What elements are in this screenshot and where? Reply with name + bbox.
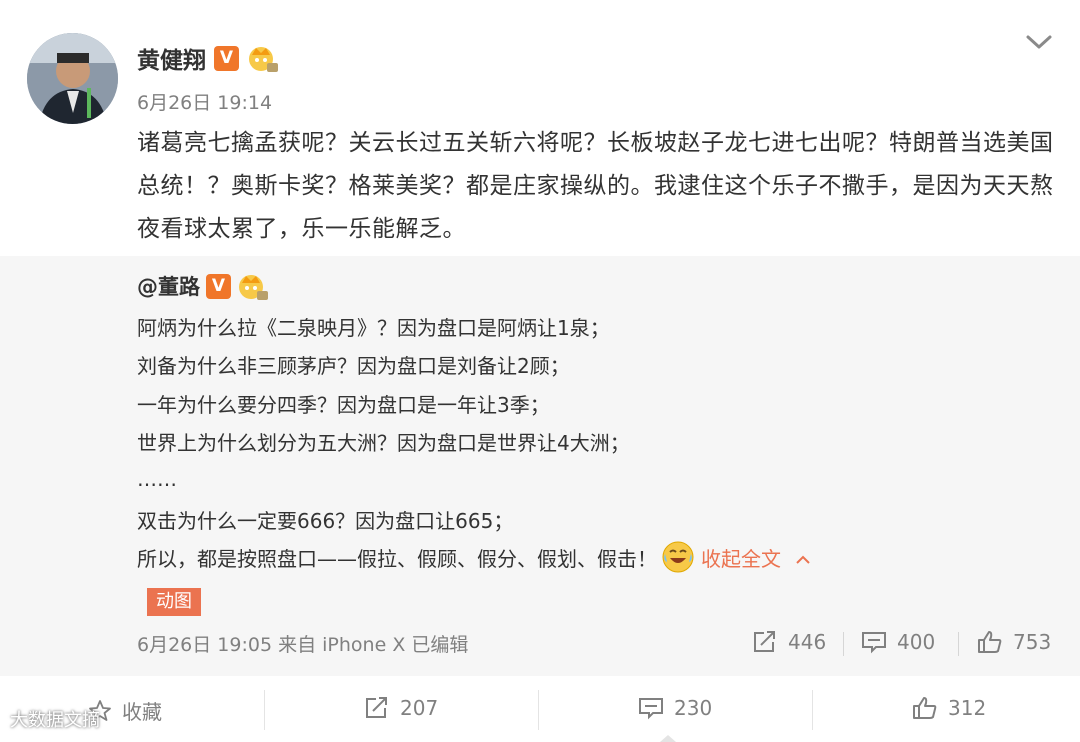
like-button[interactable]: 312 bbox=[912, 696, 986, 720]
avatar[interactable] bbox=[27, 33, 118, 124]
comment-button[interactable]: 230 bbox=[638, 696, 712, 720]
favorite-label: 收藏 bbox=[122, 700, 162, 724]
comment-icon bbox=[639, 698, 663, 720]
active-tab-pointer bbox=[660, 735, 676, 742]
chevron-down-icon[interactable] bbox=[1024, 32, 1054, 52]
collapse-label: 收起全文 bbox=[701, 546, 781, 571]
repost-comments-count: 400 bbox=[897, 630, 936, 654]
divider bbox=[958, 632, 959, 656]
repost-meta: 6月26日 19:05 来自 iPhone X 已编辑 bbox=[137, 634, 469, 656]
divider bbox=[843, 632, 844, 656]
repost-author-row: @董路 V bbox=[137, 270, 269, 302]
like-icon bbox=[978, 631, 1002, 653]
crown-icon bbox=[247, 43, 279, 73]
repost-count: 207 bbox=[400, 696, 439, 720]
post-time[interactable]: 6月26日 19:14 bbox=[137, 88, 272, 115]
like-count: 312 bbox=[948, 696, 987, 720]
repost-verified-badge: V bbox=[206, 273, 231, 299]
author-row: 黄健翔 V bbox=[137, 42, 279, 74]
divider bbox=[264, 690, 265, 730]
watermark: 大数据文摘 bbox=[10, 710, 100, 731]
laugh-cry-emoji bbox=[661, 540, 695, 574]
repost-last-line: 所以，都是按照盘口——假拉、假顾、假分、假划、假击！ bbox=[137, 546, 657, 571]
divider bbox=[812, 690, 813, 730]
repost-line: 世界上为什么划分为五大洲？因为盘口是世界让4大洲； bbox=[137, 431, 630, 455]
repost-likes-count: 753 bbox=[1013, 630, 1052, 654]
verified-badge: V bbox=[214, 45, 239, 71]
repost-line: 一年为什么要分四季？因为盘口是一年让3季； bbox=[137, 393, 550, 417]
repost-line: …… bbox=[137, 467, 177, 491]
collapse-text-link[interactable]: 收起全文 bbox=[701, 543, 813, 572]
repost-line: 刘备为什么非三顾茅庐？因为盘口是刘备让2顾； bbox=[137, 354, 570, 378]
divider bbox=[538, 690, 539, 730]
author-name[interactable]: 黄健翔 bbox=[137, 41, 206, 75]
gif-tag[interactable]: 动图 bbox=[147, 588, 201, 616]
repost-reposts-stat[interactable]: 446 bbox=[752, 630, 826, 654]
comment-count: 230 bbox=[674, 696, 713, 720]
repost-likes-stat[interactable]: 753 bbox=[977, 630, 1051, 654]
repost-icon bbox=[754, 631, 775, 652]
repost-last-line-row: 所以，都是按照盘口——假拉、假顾、假分、假划、假击！ 收起全文 bbox=[137, 538, 813, 576]
repost-icon bbox=[366, 697, 387, 718]
repost-line: 阿炳为什么拉《二泉映月》？因为盘口是阿炳让1泉； bbox=[137, 316, 610, 340]
like-icon bbox=[913, 697, 937, 719]
comment-icon bbox=[862, 632, 886, 654]
repost-comments-stat[interactable]: 400 bbox=[861, 630, 935, 654]
crown-icon bbox=[237, 271, 269, 301]
repost-button[interactable]: 207 bbox=[364, 696, 438, 720]
repost-line: 双击为什么一定要666？因为盘口让665； bbox=[137, 509, 514, 533]
repost-author-name[interactable]: @董路 bbox=[137, 271, 200, 301]
chevron-up-icon bbox=[796, 555, 811, 564]
repost-reposts-count: 446 bbox=[788, 630, 827, 654]
post-text: 诸葛亮七擒孟获呢？关云长过五关斩六将呢？长板坡赵子龙七进七出呢？特朗普当选美国总… bbox=[137, 130, 1054, 242]
